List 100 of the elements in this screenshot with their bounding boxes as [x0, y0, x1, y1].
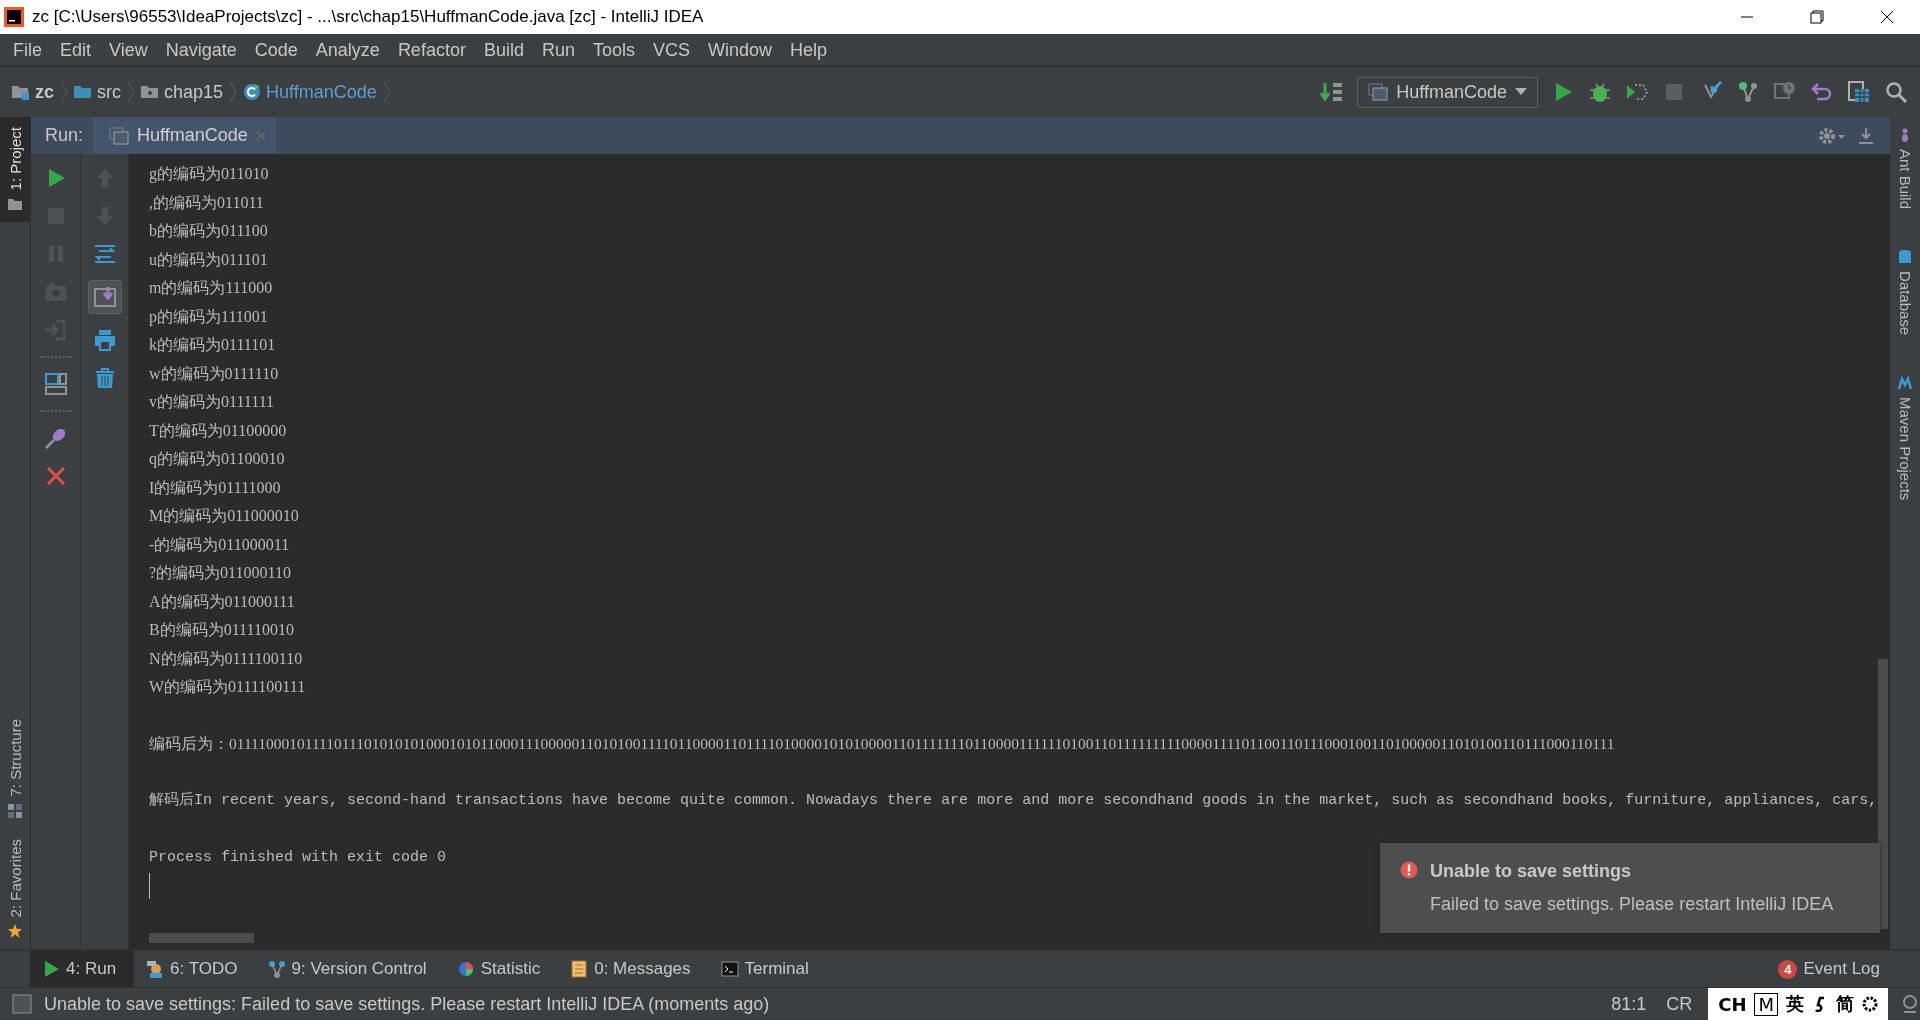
- menu-item[interactable]: Window: [699, 39, 782, 61]
- console-line: -的编码为011000011: [149, 534, 290, 555]
- chevron-icon: [60, 80, 68, 104]
- folder-icon: [12, 84, 30, 100]
- notification-title: Unable to save settings: [1430, 861, 1633, 882]
- breadcrumb[interactable]: HuffmanCode: [243, 81, 377, 103]
- menu-item[interactable]: Edit: [51, 39, 101, 61]
- menu-item[interactable]: Tools: [583, 39, 644, 61]
- menu-item[interactable]: View: [100, 39, 157, 61]
- console-line: Process finished with exit code 0: [149, 848, 447, 868]
- panel-toggle-icon[interactable]: [12, 994, 32, 1014]
- breadcrumb[interactable]: chap15: [141, 81, 224, 103]
- breadcrumb[interactable]: zc: [12, 81, 54, 103]
- sort-binary-icon[interactable]: [1320, 80, 1345, 104]
- person-icon: [146, 960, 165, 978]
- event-log-button[interactable]: 4 Event Log: [1778, 959, 1880, 979]
- chevron-icon: [382, 80, 391, 104]
- menu-item[interactable]: Analyze: [306, 39, 389, 61]
- count-badge: 4: [1778, 959, 1798, 979]
- branch-icon: [267, 960, 286, 978]
- panel-title: Run:: [44, 125, 84, 146]
- ime-item[interactable]: 英: [1786, 992, 1804, 1016]
- scrollbar[interactable]: [149, 933, 254, 943]
- console-line: ,的编码为011011: [149, 192, 264, 213]
- ime-item[interactable]: 简: [1836, 992, 1854, 1016]
- search-icon[interactable]: [1884, 80, 1908, 104]
- tool-window-tab[interactable]: Terminal: [708, 951, 827, 987]
- console-line: g的编码为011010: [149, 164, 269, 185]
- layout-icon[interactable]: [43, 372, 68, 396]
- menu-item[interactable]: Help: [781, 39, 837, 61]
- window-icon: [109, 126, 130, 145]
- inspector-icon[interactable]: [1900, 994, 1920, 1014]
- menu-item[interactable]: Refactor: [388, 39, 475, 61]
- scroll-to-end-icon: [92, 285, 117, 309]
- menu-item[interactable]: Run: [532, 39, 584, 61]
- pin-icon[interactable]: [43, 426, 68, 450]
- ime-item[interactable]: CH: [1718, 993, 1747, 1015]
- run-icon: [42, 960, 60, 978]
- maven-icon: [1897, 375, 1913, 392]
- print-icon[interactable]: [92, 328, 117, 352]
- console-line: A的编码为011000111: [149, 591, 295, 612]
- project-structure-icon[interactable]: [1847, 80, 1871, 104]
- structure-icon: [7, 802, 23, 819]
- side-tab[interactable]: 1: Project: [0, 117, 30, 223]
- pie-chart-icon: [456, 960, 475, 978]
- database-icon: [1897, 249, 1913, 266]
- star-icon: [7, 923, 23, 939]
- console-line: 编码后为：011110001011110111010101010001010110001110000011010100111101100001101111010000101010000110111111101100001111110100110111111111000011110110011011100010011010000011010100110111000110111: [149, 734, 1615, 754]
- console-line: q的编码为01100010: [149, 449, 285, 470]
- text-cursor: [149, 872, 150, 899]
- chevron-icon: [229, 80, 238, 104]
- console-line: 解码后In recent years, second-hand transactions have become quite common. Nowadays there are more and more secondhand goods in the market, such as secondhand books, furniture, appliances, cars,: [149, 790, 1878, 811]
- caret-icon: [1515, 88, 1527, 96]
- side-tab[interactable]: 7: Structure: [0, 709, 30, 829]
- console-line: w的编码为0111110: [149, 363, 279, 384]
- ime-item[interactable]: M: [1754, 992, 1778, 1016]
- tool-window-tab[interactable]: 6: TODO: [134, 951, 256, 987]
- terminal-icon: [720, 960, 739, 978]
- tool-window-tab[interactable]: Statistic: [444, 951, 559, 987]
- tool-window-tab[interactable]: 0: Messages: [558, 951, 709, 987]
- menu-item[interactable]: File: [4, 39, 51, 61]
- commit-icon[interactable]: [1736, 80, 1760, 104]
- console-line: k的编码为0111101: [149, 335, 276, 355]
- side-tab[interactable]: Maven Projects: [1890, 365, 1920, 511]
- soft-wrap-icon[interactable]: [92, 242, 117, 266]
- caret-position[interactable]: 81:1: [1607, 993, 1651, 1015]
- notification-message: Failed to save settings. Please restart IntelliJ IDEA: [1430, 894, 1834, 915]
- side-tab[interactable]: Ant Build: [1890, 117, 1920, 220]
- tool-window-tab[interactable]: 4: Run: [30, 951, 135, 987]
- console-line: T的编码为01100000: [149, 420, 287, 441]
- scroll-to-end-toggle[interactable]: [87, 280, 122, 314]
- menu-item[interactable]: Navigate: [156, 39, 246, 61]
- menu-item[interactable]: Code: [245, 39, 307, 61]
- folder-icon: [7, 196, 23, 213]
- status-message: Unable to save settings: Failed to save settings. Please restart IntelliJ IDEA (moments ago): [44, 993, 770, 1015]
- menu-item[interactable]: VCS: [644, 39, 699, 61]
- run-configuration-dropdown[interactable]: HuffmanCode: [1357, 76, 1538, 108]
- console-line: b的编码为011100: [149, 221, 268, 241]
- folder-icon: [74, 84, 92, 100]
- chevron-icon: [127, 80, 135, 104]
- breadcrumb[interactable]: src: [74, 81, 121, 103]
- download-icon[interactable]: [1856, 125, 1876, 146]
- window-icon: [1368, 83, 1389, 101]
- console-line: B的编码为011110010: [149, 620, 294, 640]
- console-line: v的编码为0111111: [149, 392, 275, 412]
- package-folder-icon: [141, 84, 159, 100]
- error-icon: [1400, 861, 1418, 879]
- gear-icon[interactable]: [1862, 996, 1878, 1012]
- run-tab[interactable]: HuffmanCode: [93, 117, 276, 154]
- menu-item[interactable]: Build: [474, 39, 533, 61]
- scrollbar[interactable]: [1878, 659, 1888, 929]
- console-line: I的编码为01111000: [149, 477, 281, 498]
- tool-window-tab[interactable]: 9: Version Control: [255, 951, 445, 987]
- console-line: m的编码为111000: [149, 278, 273, 298]
- console-line: p的编码为111001: [149, 306, 268, 328]
- side-tab[interactable]: 2: Favorites: [0, 828, 30, 949]
- settings-icon[interactable]: [1818, 125, 1846, 146]
- side-tab[interactable]: Database: [1890, 239, 1920, 346]
- console-line: u的编码为011101: [149, 249, 268, 270]
- line-separator[interactable]: CR: [1662, 993, 1697, 1015]
